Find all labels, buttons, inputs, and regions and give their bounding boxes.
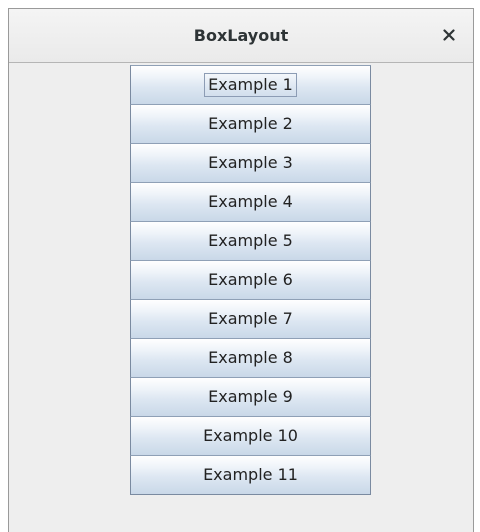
button-label: Example 11: [203, 465, 298, 484]
content-pane: Example 1 Example 2 Example 3 Example 4 Exam…: [9, 63, 473, 532]
window-title: BoxLayout: [193, 26, 289, 45]
example-button-1[interactable]: Example 1: [130, 65, 371, 105]
button-label: Example 4: [208, 192, 293, 211]
example-button-5[interactable]: Example 5: [130, 221, 371, 261]
example-button-3[interactable]: Example 3: [130, 143, 371, 183]
example-button-11[interactable]: Example 11: [130, 455, 371, 495]
example-button-9[interactable]: Example 9: [130, 377, 371, 417]
button-label: Example 3: [208, 153, 293, 172]
example-button-2[interactable]: Example 2: [130, 104, 371, 144]
button-label: Example 2: [208, 114, 293, 133]
example-button-8[interactable]: Example 8: [130, 338, 371, 378]
example-button-6[interactable]: Example 6: [130, 260, 371, 300]
button-label: Example 9: [208, 387, 293, 406]
close-button[interactable]: [439, 25, 459, 45]
button-label: Example 1: [204, 73, 297, 97]
close-icon: [443, 29, 455, 41]
button-label: Example 10: [203, 426, 298, 445]
example-button-10[interactable]: Example 10: [130, 416, 371, 456]
example-button-7[interactable]: Example 7: [130, 299, 371, 339]
button-label: Example 8: [208, 348, 293, 367]
button-stack: Example 1 Example 2 Example 3 Example 4 Exam…: [130, 65, 371, 495]
title-bar[interactable]: BoxLayout: [9, 9, 473, 63]
boxlayout-window: BoxLayout Example 1 Example 2 Example 3 Exa…: [8, 8, 474, 532]
example-button-4[interactable]: Example 4: [130, 182, 371, 222]
button-label: Example 6: [208, 270, 293, 289]
button-label: Example 7: [208, 309, 293, 328]
button-label: Example 5: [208, 231, 293, 250]
